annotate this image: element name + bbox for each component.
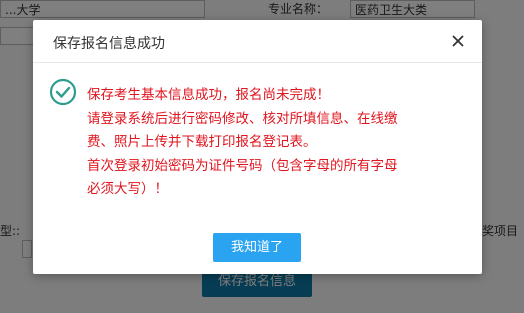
dialog-title: 保存报名信息成功	[53, 36, 165, 52]
message-line: 费、照片上传并下载打印报名登记表。	[87, 134, 317, 150]
message-line: 请登录系统后进行密码修改、核对所填信息、在线缴	[87, 110, 398, 127]
confirm-button[interactable]: 我知道了	[213, 233, 301, 262]
message-line: 首次登录初始密码为证件号码（包含字母的所有字母	[87, 157, 398, 174]
success-dialog: 保存报名信息成功 保存考生基本信息成功，报名尚未完成！ 请登录系统后进行密码修改…	[33, 20, 482, 274]
message-line: 保存考生基本信息成功，报名尚未完成！	[87, 87, 330, 103]
message-line: 必须大写）！	[87, 181, 168, 197]
dialog-header: 保存报名信息成功	[33, 20, 482, 63]
close-icon[interactable]	[448, 31, 468, 51]
dialog-message: 保存考生基本信息成功，报名尚未完成！ 请登录系统后进行密码修改、核对所填信息、在…	[87, 84, 467, 202]
check-circle-icon	[49, 78, 77, 106]
